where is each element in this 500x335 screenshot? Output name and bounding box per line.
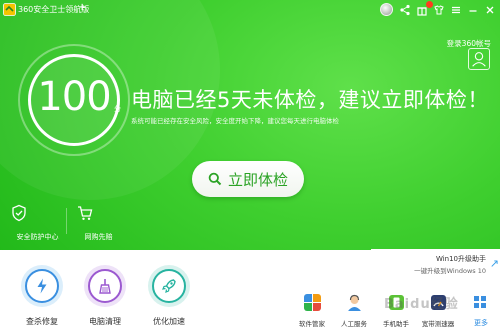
status-subline: 系统可能已经存在安全风险，安全度开始下降，建议您每天进行电脑体检 xyxy=(131,117,339,125)
main-banner: 360安全卫士领航版 + 登录360帐号 100 分 电脑已经5天未体检，建议立… xyxy=(0,0,500,250)
virus-scan-label: 查杀修复 xyxy=(26,317,58,326)
virus-scan-circle xyxy=(21,265,63,307)
arrow-icon: ↗ xyxy=(489,257,499,270)
watermark: Baidu经验 xyxy=(384,297,459,312)
close-icon[interactable] xyxy=(483,3,497,17)
computer-clean-label: 电脑清理 xyxy=(89,317,121,326)
support-agent-icon xyxy=(347,294,361,311)
lightning-icon xyxy=(25,269,59,303)
optimize-speed-label: 优化加速 xyxy=(153,317,185,326)
win10-subtitle: 一键升级到Windows 10 xyxy=(414,267,486,275)
plus-icon[interactable]: + xyxy=(78,2,86,13)
user-avatar-icon[interactable] xyxy=(468,48,490,70)
avatar-icon[interactable] xyxy=(380,3,393,16)
shield-icon xyxy=(12,204,26,222)
computer-clean-circle xyxy=(84,265,126,307)
check-now-label: 立即体检 xyxy=(227,170,288,189)
cart-icon xyxy=(78,206,93,220)
status-headline: 电脑已经5天未体检，建议立即体检！ xyxy=(131,88,489,112)
menu-icon[interactable] xyxy=(449,3,463,17)
support-agent-app[interactable]: 人工服务 xyxy=(334,294,374,328)
check-now-button[interactable]: 立即体检 xyxy=(192,161,304,197)
score-unit: 分 xyxy=(114,105,121,113)
shopping-guarantee-tool[interactable]: 网购先赔 xyxy=(76,204,121,242)
share-icon[interactable] xyxy=(398,3,412,17)
app-logo-icon xyxy=(3,3,16,16)
security-center-label: 安全防护中心 xyxy=(16,233,59,241)
title-bar: 360安全卫士领航版 + xyxy=(0,0,500,20)
computer-clean-feature[interactable]: 电脑清理 xyxy=(75,265,135,327)
speed-test-label: 宽带测速器 xyxy=(421,320,455,328)
search-icon xyxy=(208,172,222,186)
security-center-tool[interactable]: 安全防护中心 xyxy=(10,204,65,242)
optimize-speed-circle xyxy=(148,265,190,307)
phone-assistant-label: 手机助手 xyxy=(383,320,409,328)
win10-title: Win10升级助手 xyxy=(435,255,486,263)
minimize-icon[interactable] xyxy=(466,3,480,17)
rocket-icon xyxy=(152,269,186,303)
virus-scan-feature[interactable]: 查杀修复 xyxy=(12,265,72,327)
shopping-guarantee-label: 网购先赔 xyxy=(84,233,113,241)
software-manager-label: 软件管家 xyxy=(299,320,325,328)
more-apps-icon[interactable] xyxy=(474,296,486,308)
win10-upgrade-panel[interactable]: Win10升级助手 一键升级到Windows 10 ↗ xyxy=(371,249,500,277)
more-link[interactable]: 更多 xyxy=(474,318,488,328)
software-manager-icon xyxy=(303,294,321,311)
software-manager-app[interactable]: 软件管家 xyxy=(292,294,332,328)
support-agent-label: 人工服务 xyxy=(341,320,367,328)
health-score: 100 分 xyxy=(18,44,130,156)
tools-divider xyxy=(66,208,67,234)
broom-icon xyxy=(88,269,122,303)
skin-icon[interactable] xyxy=(432,3,446,17)
optimize-speed-feature[interactable]: 优化加速 xyxy=(139,265,199,327)
